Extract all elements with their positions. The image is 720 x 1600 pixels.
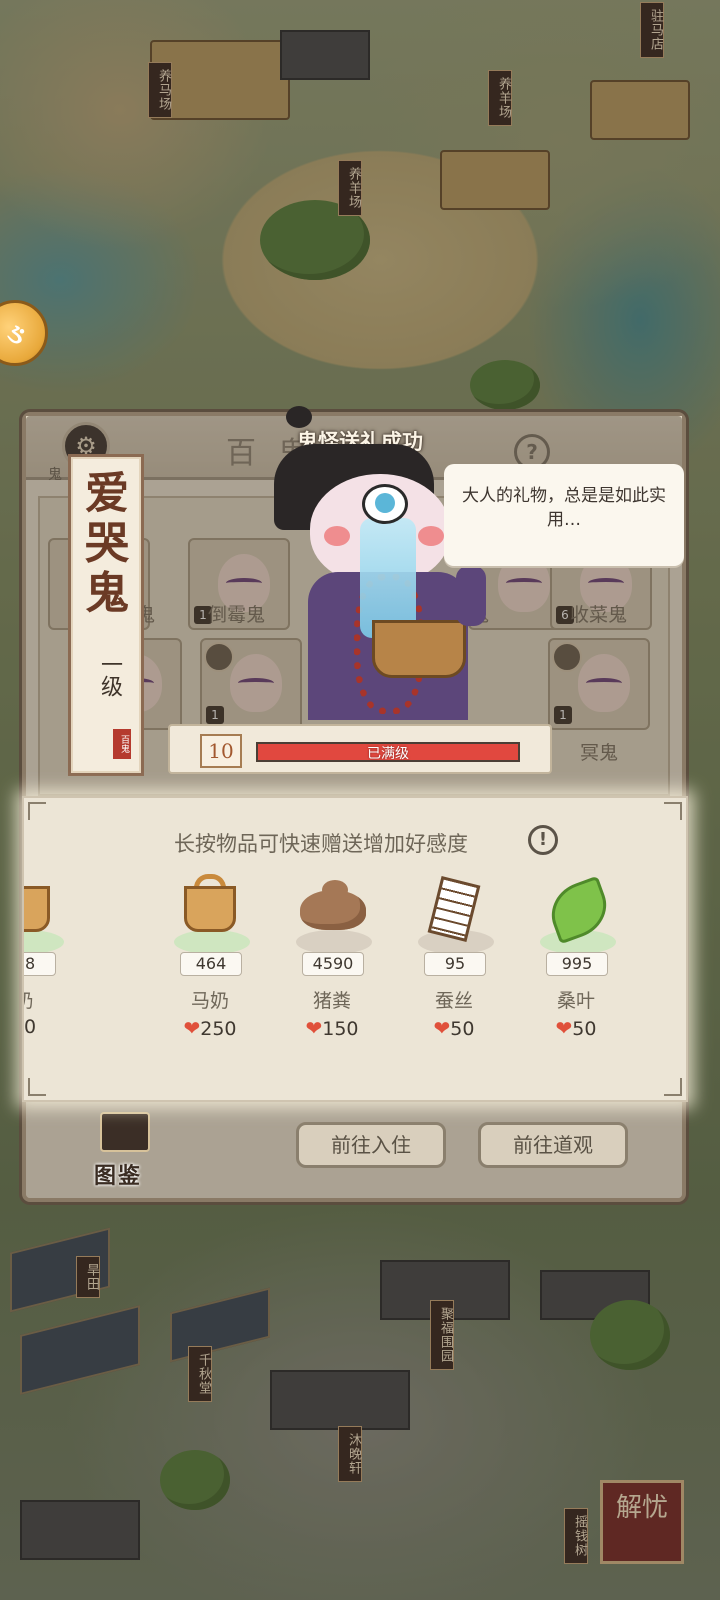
item-name: 蚕丝 [434, 990, 473, 1012]
gift-item-mulberry-leaf[interactable]: 995 桑叶 ❤50 [526, 875, 626, 1040]
affection-level-number: 10 [200, 734, 242, 768]
item-pad [24, 930, 64, 954]
info-icon[interactable]: ! [528, 825, 558, 855]
item-favor: ❤250 [160, 1016, 260, 1040]
heart-icon: ❤ [183, 1016, 201, 1040]
gift-item-clipped[interactable]: 28 奶 00 [24, 880, 108, 1050]
gift-item[interactable]: 28 奶 00 [24, 880, 74, 1040]
ghost-name-vertical: 爱哭鬼 [85, 468, 129, 619]
item-name: 奶 [24, 986, 74, 1013]
corner-ornament [664, 802, 682, 820]
corner-ornament [664, 1078, 682, 1096]
item-favor: ❤50 [404, 1016, 504, 1040]
item-name: 桑叶 [556, 990, 595, 1012]
favor-value: 50 [450, 1018, 475, 1040]
item-pad [174, 930, 250, 954]
item-name: 马奶 [190, 990, 229, 1012]
wooden-tub [372, 620, 466, 678]
favor-value: 150 [322, 1018, 359, 1040]
item-count: 95 [424, 952, 486, 976]
red-seal-stamp: 百鬼 [113, 729, 131, 759]
item-favor: ❤150 [282, 1016, 382, 1040]
cheek-left [324, 526, 350, 546]
favor-value: 250 [200, 1018, 237, 1040]
corner-ornament [28, 1078, 46, 1096]
item-favor: 00 [24, 1016, 74, 1038]
side-quest-icon: ઙ [7, 317, 25, 350]
gift-item-silk[interactable]: 95 蚕丝 ❤50 [404, 876, 504, 1040]
favor-value: 00 [24, 1016, 37, 1038]
hat-knob [286, 406, 312, 428]
go-temple-button[interactable]: 前往道观 [478, 1122, 628, 1168]
ghost-name-card: 爱哭鬼 一级 百鬼 [68, 454, 144, 776]
gift-item-pig-manure[interactable]: 4590 猪粪 ❤150 [282, 880, 382, 1040]
item-count: 995 [546, 952, 608, 976]
max-level-text: 已满级 [367, 746, 409, 762]
corner-ornament [28, 802, 46, 820]
milk-bucket-icon [24, 886, 50, 932]
album-button-label[interactable]: 图鉴 [94, 1158, 154, 1190]
go-stay-button[interactable]: 前往入住 [296, 1122, 446, 1168]
item-pad [296, 930, 372, 954]
horse-milk-bucket-icon [184, 886, 236, 932]
gift-hint-text: 长按物品可快速赠送增加好感度 [174, 832, 468, 856]
item-favor: ❤50 [526, 1016, 626, 1040]
cheek-right [418, 526, 444, 546]
favor-value: 50 [572, 1018, 597, 1040]
speech-bubble: 大人的礼物，总是是如此实用… [444, 464, 684, 566]
gift-item-horse-milk[interactable]: 464 马奶 ❤250 [160, 874, 260, 1040]
gift-items-panel: 长按物品可快速赠送增加好感度 ! 28 奶 00 464 马奶 ❤250 459… [22, 796, 688, 1102]
ghost-level-text: 一级 [97, 653, 122, 697]
item-count: 464 [180, 952, 242, 976]
heart-icon: ❤ [433, 1016, 451, 1040]
pig-manure-icon [300, 890, 366, 930]
sleeve [456, 566, 486, 626]
item-count: 4590 [302, 952, 364, 976]
crying-eye [362, 484, 408, 524]
heart-icon: ❤ [305, 1016, 323, 1040]
heart-icon: ❤ [555, 1016, 573, 1040]
item-name: 猪粪 [312, 990, 351, 1012]
album-book-icon[interactable] [100, 1112, 150, 1152]
affection-level-bar: 10 已满级 [168, 724, 552, 774]
affection-progress-track: 已满级 [256, 742, 520, 762]
item-count: 28 [24, 952, 56, 976]
